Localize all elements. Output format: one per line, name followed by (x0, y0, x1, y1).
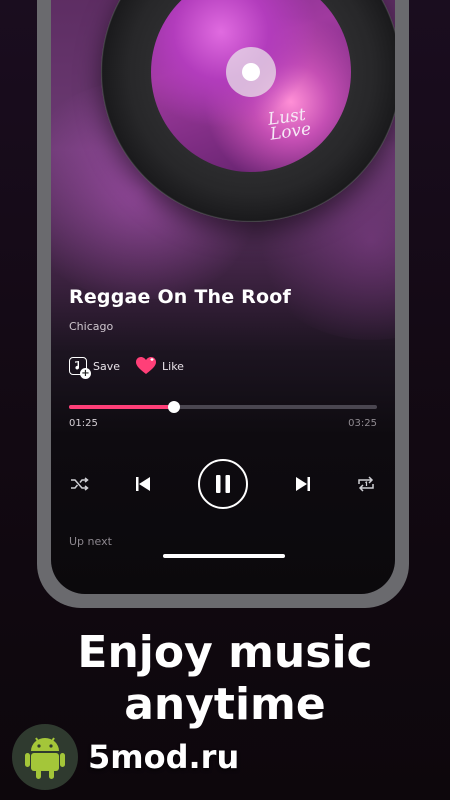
save-button[interactable]: + Save (69, 357, 121, 379)
shuffle-button[interactable] (69, 458, 91, 510)
next-icon (296, 477, 310, 491)
promo-headline: Enjoy music anytime (0, 627, 450, 731)
artist-name[interactable]: Chicago (69, 320, 113, 333)
total-time: 03:25 (348, 418, 377, 429)
up-next-label[interactable]: Up next (69, 535, 112, 548)
save-label: Save (93, 359, 121, 373)
shuffle-icon (71, 477, 89, 491)
like-label: Like (162, 359, 184, 373)
disc-spindle (242, 63, 260, 81)
next-button[interactable] (291, 458, 315, 510)
like-button[interactable]: Like (136, 357, 184, 375)
play-pause-button[interactable] (198, 459, 248, 509)
home-indicator[interactable] (163, 554, 285, 558)
seek-bar-thumb[interactable] (167, 401, 180, 413)
pause-icon (216, 475, 230, 493)
song-actions: + Save Like (69, 357, 184, 379)
player-screen: Lust Love Reggae On The Roof Chicago + Sa… (51, 0, 395, 594)
cover-script-text: Lust Love (266, 104, 313, 145)
phone-frame: Lust Love Reggae On The Roof Chicago + Sa… (37, 0, 409, 608)
seek-bar-progress (69, 405, 174, 409)
repeat-button[interactable] (355, 458, 377, 510)
song-title: Reggae On The Roof (69, 286, 291, 308)
music-note-plus-icon: + (69, 357, 91, 379)
current-time: 01:25 (69, 418, 98, 429)
repeat-one-icon (358, 476, 374, 492)
previous-button[interactable] (131, 458, 155, 510)
seek-bar[interactable] (69, 401, 377, 413)
playback-controls (69, 458, 377, 510)
heart-icon (136, 357, 157, 374)
watermark: 5mod.ru (12, 724, 239, 790)
previous-icon (136, 477, 150, 491)
android-logo-icon (12, 724, 78, 790)
promo-headline-line1: Enjoy music (77, 627, 373, 678)
watermark-text: 5mod.ru (88, 738, 240, 776)
